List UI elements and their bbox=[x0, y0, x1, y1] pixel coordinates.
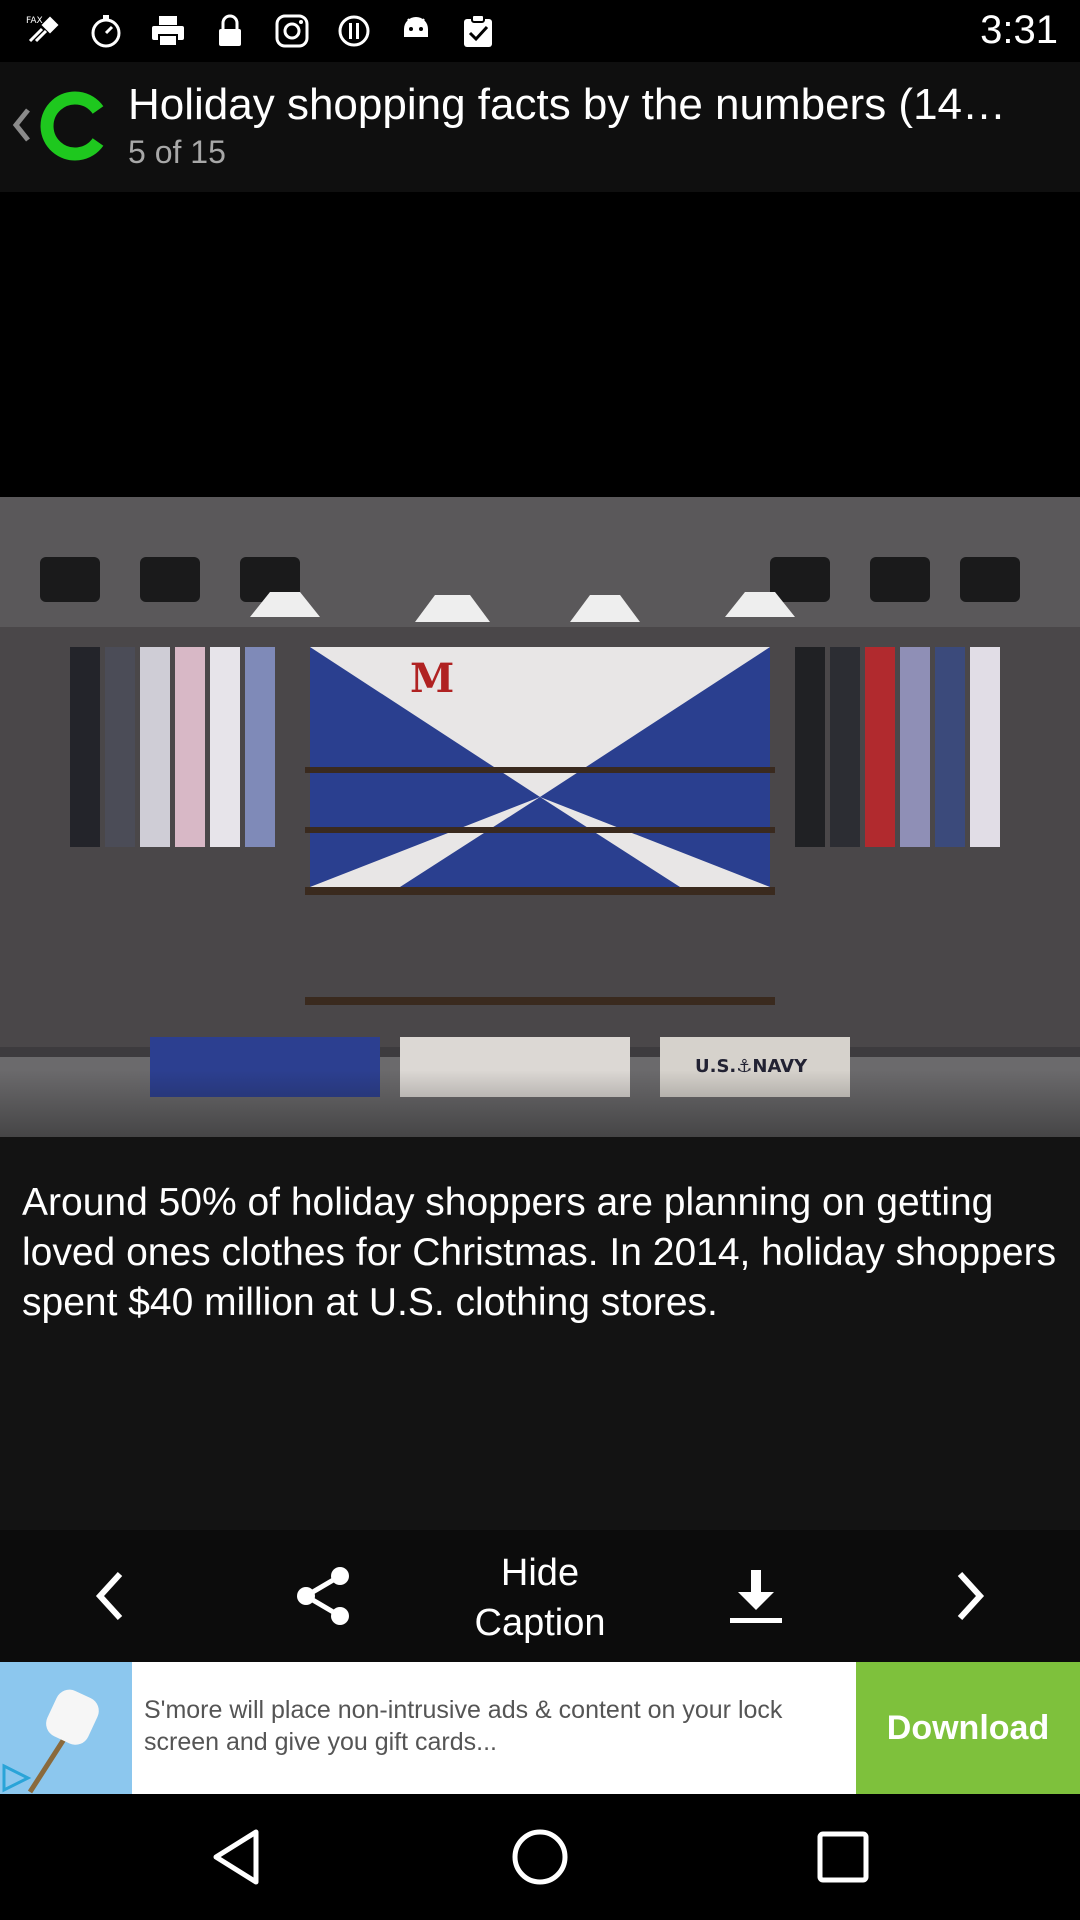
share-button[interactable] bbox=[290, 1530, 358, 1662]
ad-download-button[interactable]: Download bbox=[856, 1662, 1080, 1794]
status-clock: 3:31 bbox=[980, 8, 1058, 52]
ad-banner[interactable]: S'more will place non-intrusive ads & co… bbox=[0, 1662, 1080, 1794]
status-bar: FAX 3:31 bbox=[0, 0, 1080, 62]
next-icon bbox=[957, 1571, 985, 1621]
caption-text: Around 50% of holiday shoppers are plann… bbox=[22, 1181, 1057, 1324]
slide-photo[interactable]: M U.S.⚓NAVY bbox=[0, 497, 1080, 1137]
share-icon bbox=[297, 1567, 349, 1625]
clothing-store-photo: M U.S.⚓NAVY bbox=[0, 497, 1080, 1137]
app-header: Holiday shopping facts by the numbers (1… bbox=[0, 62, 1080, 192]
svg-text:M: M bbox=[410, 655, 454, 702]
back-chevron-icon[interactable] bbox=[6, 100, 36, 150]
previous-icon bbox=[95, 1571, 123, 1621]
download-button[interactable] bbox=[722, 1530, 790, 1662]
previous-button[interactable] bbox=[72, 1530, 148, 1662]
android-icon bbox=[396, 11, 436, 51]
ad-text: S'more will place non-intrusive ads & co… bbox=[144, 1696, 783, 1756]
download-icon bbox=[730, 1570, 782, 1623]
slideshow-toolbar: Hide Caption bbox=[0, 1530, 1080, 1662]
clipboard-check-icon bbox=[458, 11, 498, 51]
back-triangle-icon[interactable] bbox=[204, 1824, 270, 1890]
instagram-icon bbox=[272, 11, 312, 51]
home-circle-icon[interactable] bbox=[507, 1824, 573, 1890]
hide-caption-button[interactable]: Hide Caption bbox=[440, 1548, 640, 1648]
next-button[interactable] bbox=[932, 1530, 1008, 1662]
lock-icon bbox=[210, 11, 250, 51]
printer-icon bbox=[148, 11, 188, 51]
ad-choices-icon[interactable] bbox=[0, 1762, 32, 1794]
recents-square-icon[interactable] bbox=[810, 1824, 876, 1890]
page-title: Holiday shopping facts by the numbers (1… bbox=[128, 80, 1007, 129]
notification-icons: FAX bbox=[0, 11, 498, 51]
satellite-fax-icon: FAX bbox=[24, 11, 64, 51]
slide-counter: 5 of 15 bbox=[128, 134, 226, 170]
info-icon bbox=[334, 11, 374, 51]
app-logo-icon[interactable] bbox=[38, 88, 114, 164]
system-nav-bar bbox=[0, 1794, 1080, 1920]
svg-text:FAX: FAX bbox=[26, 16, 43, 26]
stopwatch-icon bbox=[86, 11, 126, 51]
